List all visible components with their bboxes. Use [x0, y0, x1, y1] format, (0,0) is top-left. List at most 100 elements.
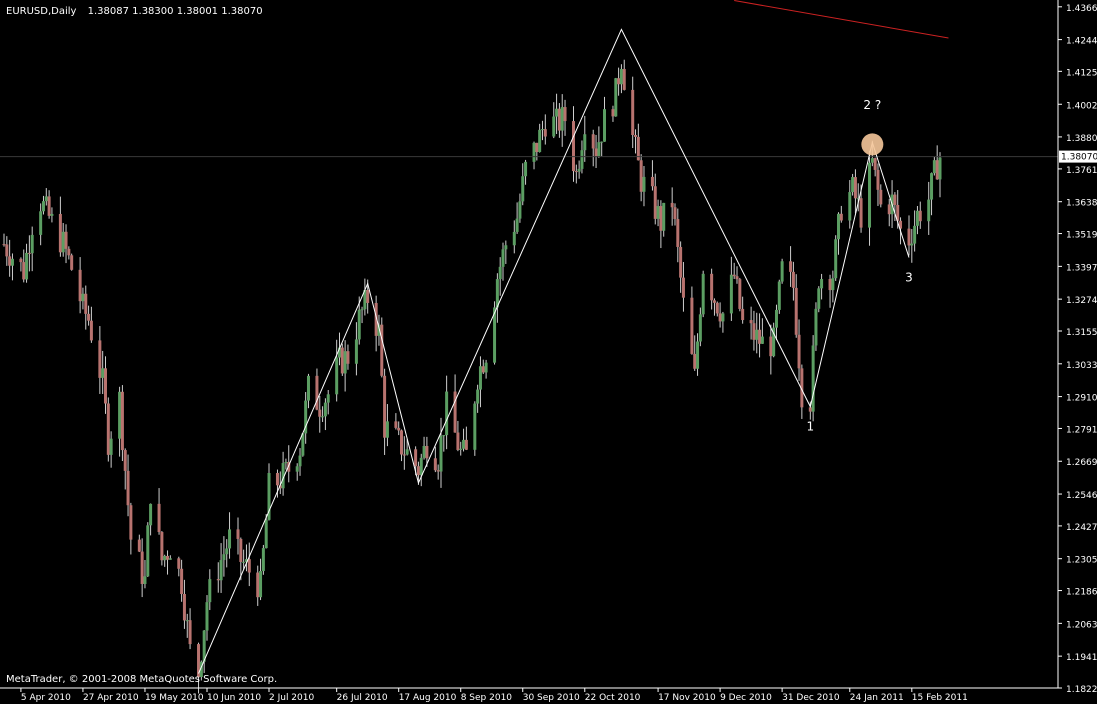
- candle-bear: [710, 273, 714, 301]
- candle-bear: [58, 213, 62, 253]
- candle-bull: [484, 362, 488, 373]
- candle-bear: [574, 171, 578, 173]
- ohlc-values: 1.38087 1.38300 1.38001 1.38070: [88, 6, 263, 17]
- candle-bear: [394, 421, 398, 428]
- candle-bull: [298, 455, 302, 467]
- candle-bull: [143, 576, 147, 584]
- candle-bear: [188, 620, 192, 645]
- candle-bear: [318, 409, 322, 417]
- candle-bear: [681, 277, 685, 298]
- candle-bear: [103, 368, 107, 404]
- candle-bull: [219, 560, 223, 581]
- candle-bear: [366, 289, 370, 303]
- candle-bull: [326, 394, 330, 403]
- candle-bear: [879, 189, 883, 205]
- candle-bear: [256, 572, 260, 598]
- candle-bear: [557, 108, 561, 131]
- current-price-label: 1.38070: [1061, 153, 1097, 163]
- candle-bull: [820, 279, 824, 289]
- candle-bull: [439, 435, 443, 472]
- candle-bear: [639, 160, 643, 192]
- candle-bear: [690, 297, 694, 354]
- candle-bear: [693, 353, 697, 369]
- date-tick-label: 27 Apr 2010: [83, 693, 139, 703]
- candle-bull: [560, 107, 564, 131]
- candle-bear: [8, 256, 12, 266]
- price-tick-label: 1.24275: [1066, 523, 1097, 533]
- candle-bear: [182, 594, 186, 621]
- chart-background: [0, 0, 1097, 704]
- candle-bull: [910, 243, 914, 246]
- candle-bear: [563, 107, 567, 122]
- candle-bear: [679, 246, 683, 278]
- candle-bear: [659, 206, 663, 231]
- candle-bull: [109, 438, 113, 455]
- candle-bear: [735, 276, 739, 280]
- candle-bear: [414, 449, 418, 467]
- candle-bull: [228, 529, 232, 549]
- candle-bull: [118, 391, 122, 439]
- candle-bull: [306, 375, 310, 401]
- candle-bear: [741, 308, 745, 321]
- candle-bull: [323, 402, 327, 417]
- date-tick-label: 31 Dec 2010: [782, 693, 840, 703]
- candle-bull: [780, 261, 784, 282]
- candle-bear: [137, 539, 141, 552]
- candle-bull: [284, 461, 288, 464]
- candle-bear: [634, 135, 638, 137]
- candle-bull: [360, 309, 364, 311]
- candle-bull: [208, 579, 212, 603]
- price-tick-label: 1.32745: [1066, 296, 1097, 306]
- candle-bear: [166, 555, 170, 560]
- wave-label: 3: [905, 271, 913, 285]
- candle-bull: [619, 68, 623, 85]
- candle-bull: [642, 176, 646, 192]
- date-tick-label: 19 May 2010: [145, 693, 204, 703]
- candle-bull: [343, 351, 347, 374]
- candle-bull: [729, 274, 733, 314]
- candle-bear: [617, 78, 621, 85]
- candle-bear: [876, 169, 880, 190]
- candle-bull: [614, 78, 618, 117]
- candle-bull: [583, 134, 587, 151]
- price-tick-label: 1.25465: [1066, 491, 1097, 501]
- candle-bear: [27, 252, 31, 254]
- candle-bull: [462, 439, 466, 449]
- candle-bear: [873, 158, 877, 170]
- candle-bull: [357, 309, 361, 340]
- candle-bull: [185, 620, 189, 622]
- date-tick-label: 17 Aug 2010: [399, 693, 457, 703]
- price-chart[interactable]: 1 2 ? 3 1.43665 1.42440 1.41255 1.40025 1.3880…: [0, 0, 1097, 704]
- candle-bull: [473, 403, 477, 450]
- candle-bull: [774, 309, 778, 328]
- candle-bear: [670, 202, 674, 208]
- price-tick-label: 1.38805: [1066, 134, 1097, 144]
- candle-bull: [811, 345, 815, 412]
- candle-bull: [30, 234, 34, 254]
- price-tick-label: 1.19410: [1066, 653, 1097, 663]
- candle-bull: [478, 366, 482, 390]
- candle-bull: [146, 525, 150, 577]
- candle-bull: [870, 158, 874, 163]
- pivot-marker: [861, 133, 884, 156]
- candle-bull: [25, 252, 29, 280]
- candle-bull: [915, 210, 919, 226]
- candle-bull: [698, 314, 702, 342]
- date-tick-label: 2 Jul 2010: [269, 693, 314, 703]
- price-tick-label: 1.20635: [1066, 620, 1097, 630]
- candle-bull: [721, 313, 725, 322]
- candle-bear: [436, 470, 440, 472]
- price-tick-label: 1.35195: [1066, 231, 1097, 241]
- price-tick-label: 1.43665: [1066, 4, 1097, 14]
- candle-bear: [400, 430, 404, 455]
- candle-bear: [673, 207, 677, 220]
- candle-bear: [918, 210, 922, 222]
- candle-bull: [597, 142, 601, 157]
- price-tick-label: 1.30330: [1066, 361, 1097, 371]
- candle-bear: [129, 505, 133, 540]
- candle-bull: [656, 206, 660, 219]
- candle-bear: [47, 196, 51, 216]
- candle-bear: [397, 427, 401, 431]
- candle-bear: [140, 551, 144, 584]
- candle-bear: [19, 258, 23, 263]
